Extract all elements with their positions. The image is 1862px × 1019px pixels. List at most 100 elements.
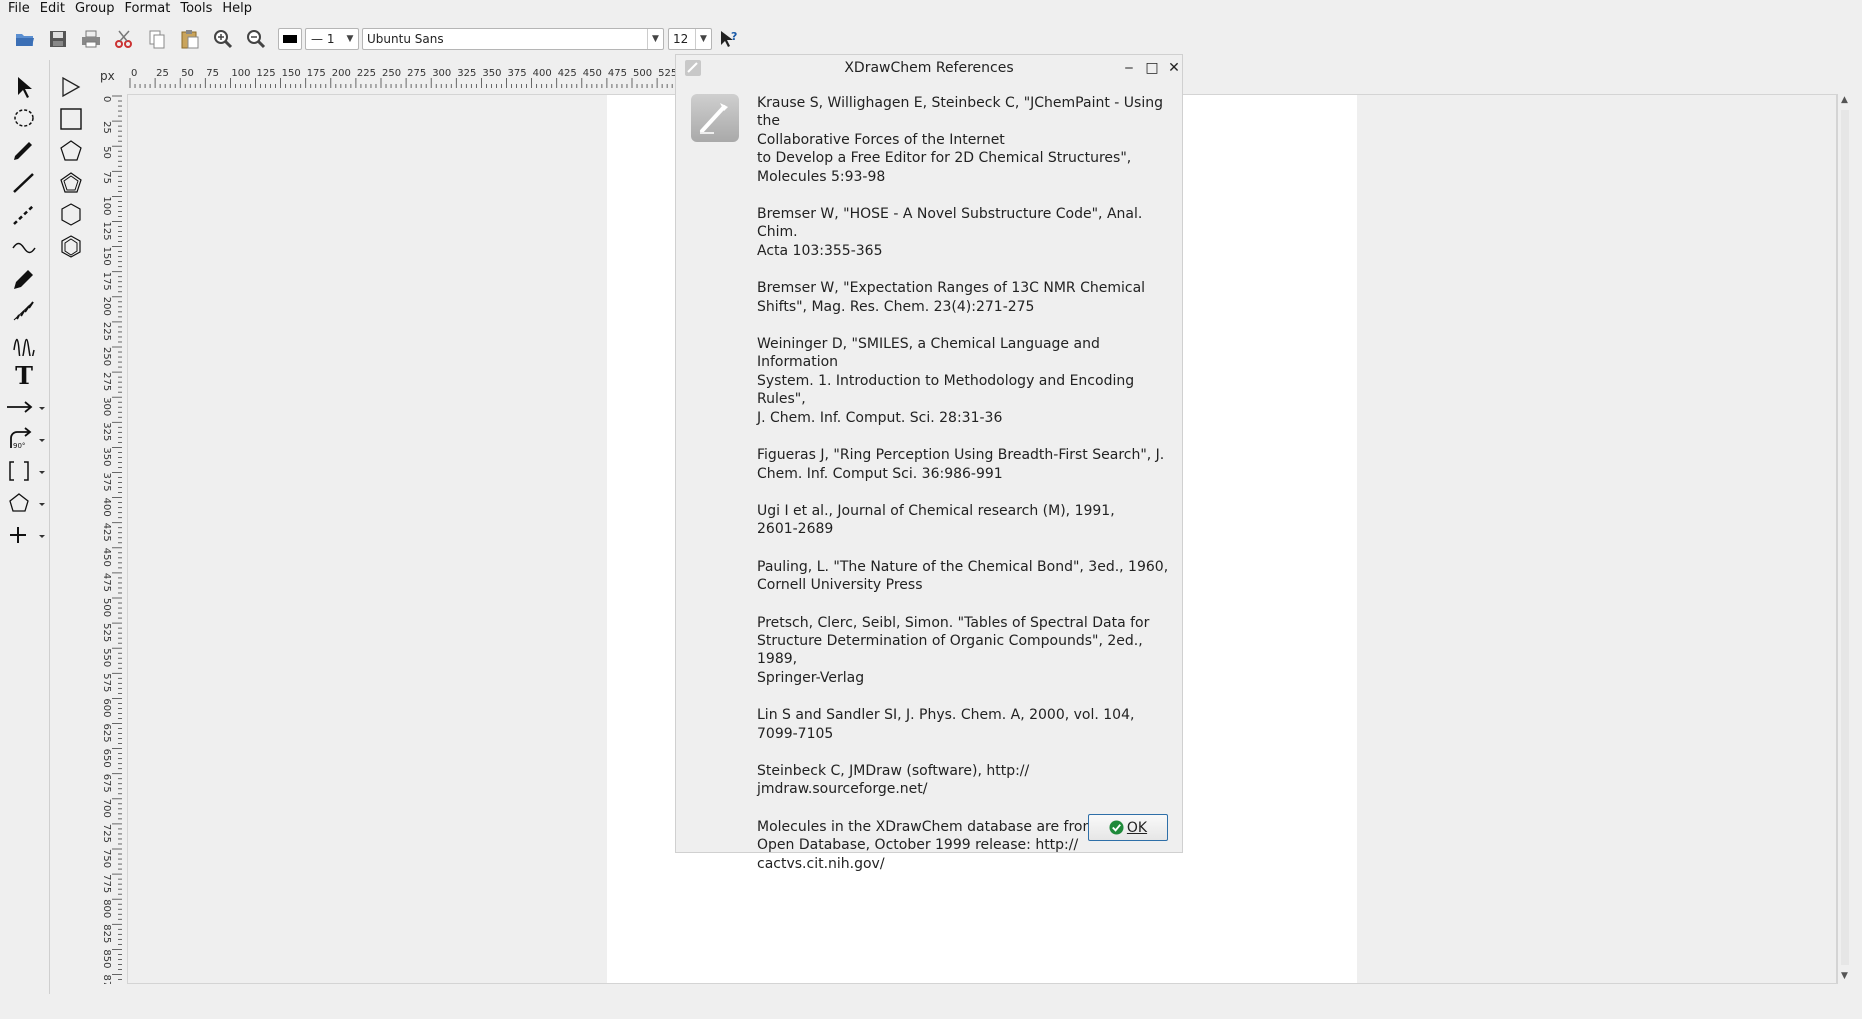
hatch-icon[interactable] [9, 297, 39, 325]
paste-icon[interactable] [177, 26, 203, 52]
menu-help[interactable]: Help [217, 1, 257, 16]
ruler-tick-label: 875 [101, 975, 112, 985]
bracket-icon[interactable] [5, 457, 45, 485]
hexagon-icon[interactable] [56, 201, 86, 229]
ruler-tick-label: 500 [101, 598, 112, 617]
references-dialog: XDrawChem References ‒ □ ✕ Krause S, Wil… [675, 54, 1183, 872]
color-picker[interactable] [278, 28, 302, 50]
tool-palette: T 90° [0, 60, 88, 994]
ruler-tick-label: 700 [101, 799, 112, 818]
ruler-tick-label: 750 [101, 849, 112, 868]
ruler-tick-label: 0 [131, 68, 137, 79]
ruler-tick-label: 850 [101, 949, 112, 968]
scroll-down-icon[interactable]: ▼ [1841, 971, 1848, 981]
vertical-ruler: 0 25 50 75 100 125 150 175 200 225 250 275 300 325 350… [101, 95, 122, 985]
squiggle-icon[interactable] [9, 329, 39, 357]
ruler-tick-label: 125 [101, 222, 112, 241]
toolbar: — 1 ▼ Ubuntu Sans ▼ 12 ▼ ? [0, 22, 1862, 56]
text-tool-icon[interactable]: T [9, 360, 39, 390]
menu-group[interactable]: Group [70, 1, 120, 16]
rotate-select-icon[interactable] [56, 73, 86, 101]
ruler-tick-label: 375 [508, 68, 527, 79]
ruler-tick-label: 300 [101, 397, 112, 416]
reference-item: Pauling, L. "The Nature of the Chemical … [757, 558, 1169, 594]
ruler-tick-label: 125 [257, 68, 276, 79]
ruler-tick-label: 50 [181, 68, 194, 79]
pen-icon[interactable] [9, 265, 39, 293]
curved-arrow-label: 90° [13, 442, 25, 450]
ring-icon[interactable] [5, 489, 45, 517]
ruler-tick-label: 325 [101, 422, 112, 441]
font-size-select[interactable]: 12 ▼ [668, 28, 712, 50]
copy-icon[interactable] [144, 26, 170, 52]
ruler-tick-label: 425 [558, 68, 577, 79]
ruler-tick-label: 825 [101, 924, 112, 943]
menu-format[interactable]: Format [120, 1, 176, 16]
ruler-tick-label: 725 [101, 824, 112, 843]
cut-icon[interactable] [111, 26, 137, 52]
ruler-tick-label: 225 [101, 322, 112, 341]
open-folder-icon[interactable] [12, 26, 38, 52]
ok-button[interactable]: OK [1088, 814, 1168, 841]
close-icon[interactable]: ✕ [1165, 59, 1183, 77]
ruler-tick-label: 600 [101, 698, 112, 717]
lasso-icon[interactable] [9, 105, 39, 133]
ruler-tick-label: 275 [407, 68, 426, 79]
pencil-icon[interactable] [9, 137, 39, 165]
zoom-in-icon[interactable] [210, 26, 236, 52]
pentagon-icon[interactable] [56, 137, 86, 165]
line-width-select[interactable]: — 1 ▼ [305, 28, 359, 50]
hexagon-3d-icon[interactable] [56, 233, 86, 261]
color-swatch [283, 35, 297, 43]
ruler-tick-label: 25 [101, 121, 112, 134]
maximize-icon[interactable]: □ [1143, 59, 1161, 77]
rectangle-icon[interactable] [56, 105, 86, 133]
line-icon[interactable] [9, 169, 39, 197]
plus-icon[interactable] [5, 521, 45, 549]
dialog-titlebar[interactable]: XDrawChem References ‒ □ ✕ [676, 55, 1182, 81]
save-icon[interactable] [45, 26, 71, 52]
xdrawchem-logo-icon [691, 94, 739, 142]
text-tool-label: T [15, 360, 33, 390]
dashed-line-icon[interactable] [9, 201, 39, 229]
vertical-scrollbar[interactable]: ▲ ▼ [1837, 94, 1852, 984]
print-icon[interactable] [78, 26, 104, 52]
ruler-tick-label: 250 [101, 347, 112, 366]
minimize-icon[interactable]: ‒ [1120, 59, 1138, 77]
menu-file[interactable]: File [0, 1, 35, 16]
font-size-value: 12 [673, 32, 689, 46]
scroll-up-icon[interactable]: ▲ [1841, 95, 1848, 105]
curved-arrow-icon[interactable]: 90° [5, 425, 45, 453]
whats-this-icon[interactable]: ? [716, 26, 742, 52]
dialog-title: XDrawChem References [844, 60, 1014, 76]
wavy-line-icon[interactable] [9, 233, 39, 261]
ruler-tick-label: 175 [101, 272, 112, 291]
reference-item: Krause S, Willighagen E, Steinbeck C, "J… [757, 95, 1163, 185]
ruler-tick-label: 275 [101, 372, 112, 391]
ruler-tick-label: 450 [101, 548, 112, 567]
select-arrow-icon[interactable] [9, 73, 39, 101]
font-family-select[interactable]: Ubuntu Sans ▼ [362, 28, 664, 50]
references-list: Krause S, Willighagen E, Steinbeck C, "J… [757, 94, 1172, 892]
ruler-tick-label: 75 [101, 171, 112, 184]
scrollbar-thumb[interactable] [1841, 110, 1849, 965]
arrow-tool-icon[interactable] [5, 393, 45, 421]
ruler-tick-label: 200 [332, 68, 351, 79]
palette-separator [49, 60, 50, 994]
pentagon-filled-icon[interactable] [56, 169, 86, 197]
ruler-tick-label: 25 [156, 68, 169, 79]
menu-edit[interactable]: Edit [35, 1, 70, 16]
ruler-tick-label: 100 [101, 196, 112, 215]
ruler-tick-label: 550 [101, 648, 112, 667]
line-width-value: — 1 [311, 32, 335, 46]
ruler-tick-label: 175 [307, 68, 326, 79]
ruler-tick-label: 225 [357, 68, 376, 79]
ruler-tick-label: 100 [231, 68, 250, 79]
zoom-out-icon[interactable] [243, 26, 269, 52]
ruler-tick-label: 250 [382, 68, 401, 79]
chevron-down-icon: ▼ [695, 29, 711, 49]
ruler-unit: px [100, 69, 115, 83]
ruler-tick-label: 525 [101, 623, 112, 642]
ruler-tick-label: 475 [101, 573, 112, 592]
menu-tools[interactable]: Tools [175, 1, 217, 16]
